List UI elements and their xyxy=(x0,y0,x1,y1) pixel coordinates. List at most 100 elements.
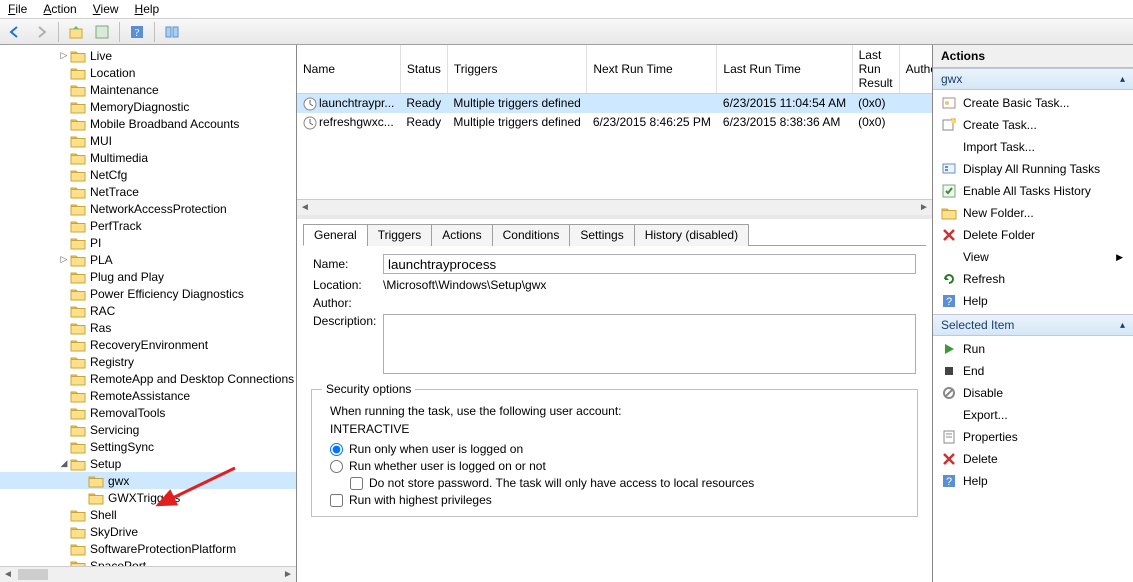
tab-general[interactable]: General xyxy=(303,224,368,246)
action-delete-folder[interactable]: Delete Folder xyxy=(933,224,1133,246)
back-button[interactable] xyxy=(4,21,26,43)
task-row[interactable]: launchtraypr...ReadyMultiple triggers de… xyxy=(297,94,932,113)
panes-button[interactable] xyxy=(161,21,183,43)
action-end[interactable]: End xyxy=(933,360,1133,382)
action-delete[interactable]: Delete xyxy=(933,448,1133,470)
tree-item-settingsync[interactable]: SettingSync xyxy=(0,438,296,455)
tree-item-pi[interactable]: PI xyxy=(0,234,296,251)
action-new-folder[interactable]: New Folder... xyxy=(933,202,1133,224)
col-last-run-result[interactable]: Last Run Result xyxy=(852,45,899,94)
folder-icon xyxy=(70,338,86,352)
action-view[interactable]: View▶ xyxy=(933,246,1133,268)
up-button[interactable] xyxy=(65,21,87,43)
tab-actions[interactable]: Actions xyxy=(431,224,492,246)
tree-item-registry[interactable]: Registry xyxy=(0,353,296,370)
action-help[interactable]: ?Help xyxy=(933,470,1133,492)
menu-help[interactable]: Help xyxy=(135,2,160,16)
tree-scrollbar[interactable]: ◄► xyxy=(0,566,296,582)
menu-view[interactable]: View xyxy=(93,2,119,16)
tree-item-rac[interactable]: RAC xyxy=(0,302,296,319)
tree-item-gwx[interactable]: gwx xyxy=(0,472,296,489)
tree-item-removaltools[interactable]: RemovalTools xyxy=(0,404,296,421)
action-label: Delete Folder xyxy=(963,228,1035,242)
col-triggers[interactable]: Triggers xyxy=(447,45,586,94)
tree-item-servicing[interactable]: Servicing xyxy=(0,421,296,438)
tree-item-skydrive[interactable]: SkyDrive xyxy=(0,523,296,540)
menu-file[interactable]: File xyxy=(8,2,27,16)
tree-item-multimedia[interactable]: Multimedia xyxy=(0,149,296,166)
name-field[interactable] xyxy=(383,254,916,274)
action-import-task[interactable]: Import Task... xyxy=(933,136,1133,158)
col-next-run-time[interactable]: Next Run Time xyxy=(587,45,717,94)
col-status[interactable]: Status xyxy=(400,45,447,94)
description-field[interactable] xyxy=(383,314,916,374)
tree-item-recoveryenvironment[interactable]: RecoveryEnvironment xyxy=(0,336,296,353)
action-run[interactable]: Run xyxy=(933,338,1133,360)
tree-item-power-efficiency-diagnostics[interactable]: Power Efficiency Diagnostics xyxy=(0,285,296,302)
help-button[interactable]: ? xyxy=(126,21,148,43)
tree-item-pla[interactable]: ▷PLA xyxy=(0,251,296,268)
tab-settings[interactable]: Settings xyxy=(569,224,634,246)
tree-item-label: RemoteAssistance xyxy=(90,389,190,403)
tree-item-remoteassistance[interactable]: RemoteAssistance xyxy=(0,387,296,404)
action-help[interactable]: ?Help xyxy=(933,290,1133,312)
action-label: Export... xyxy=(963,408,1008,422)
properties-button[interactable] xyxy=(91,21,113,43)
action-label: Run xyxy=(963,342,985,356)
tree-item-label: RemoteApp and Desktop Connections xyxy=(90,372,294,386)
check-no-store-password[interactable] xyxy=(350,477,363,490)
tree-item-plug-and-play[interactable]: Plug and Play xyxy=(0,268,296,285)
action-label: Import Task... xyxy=(963,140,1035,154)
action-label: Display All Running Tasks xyxy=(963,162,1100,176)
tree-item-gwxtriggers[interactable]: GWXTriggers xyxy=(0,489,296,506)
col-author[interactable]: Author xyxy=(899,45,932,94)
tree-item-networkaccessprotection[interactable]: NetworkAccessProtection xyxy=(0,200,296,217)
task-new-icon xyxy=(941,117,957,133)
tree-item-perftrack[interactable]: PerfTrack xyxy=(0,217,296,234)
tree-item-softwareprotectionplatform[interactable]: SoftwareProtectionPlatform xyxy=(0,540,296,557)
forward-button[interactable] xyxy=(30,21,52,43)
action-enable-all-tasks-history[interactable]: Enable All Tasks History xyxy=(933,180,1133,202)
tree-item-netcfg[interactable]: NetCfg xyxy=(0,166,296,183)
tree-item-maintenance[interactable]: Maintenance xyxy=(0,81,296,98)
tree-item-remoteapp-and-desktop-connections[interactable]: RemoteApp and Desktop Connections xyxy=(0,370,296,387)
svg-text:?: ? xyxy=(946,476,952,488)
folder-icon xyxy=(70,134,86,148)
tree-item-setup[interactable]: ◢ Setup xyxy=(0,455,296,472)
tree-item-shell[interactable]: Shell xyxy=(0,506,296,523)
menu-action[interactable]: Action xyxy=(43,2,76,16)
radio-logged-on[interactable] xyxy=(330,443,343,456)
action-properties[interactable]: Properties xyxy=(933,426,1133,448)
task-row[interactable]: refreshgwxc...ReadyMultiple triggers def… xyxy=(297,113,932,132)
tree-item-mobile-broadband-accounts[interactable]: Mobile Broadband Accounts xyxy=(0,115,296,132)
tree-item-location[interactable]: Location xyxy=(0,64,296,81)
tasklist-scrollbar[interactable]: ◄► xyxy=(297,199,932,215)
tab-conditions[interactable]: Conditions xyxy=(492,224,571,246)
check-highest-priv[interactable] xyxy=(330,494,343,507)
radio-whether[interactable] xyxy=(330,460,343,473)
expander-icon[interactable]: ▷ xyxy=(58,50,70,61)
tree-item-memorydiagnostic[interactable]: MemoryDiagnostic xyxy=(0,98,296,115)
delete-x-icon xyxy=(941,451,957,467)
expander-icon[interactable]: ◢ xyxy=(58,458,70,469)
action-disable[interactable]: Disable xyxy=(933,382,1133,404)
tree-item-mui[interactable]: MUI xyxy=(0,132,296,149)
tree-item-label: Setup xyxy=(90,457,121,471)
tab-triggers[interactable]: Triggers xyxy=(367,224,433,246)
tree-item-nettrace[interactable]: NetTrace xyxy=(0,183,296,200)
actions-section-selected[interactable]: Selected Item▴ xyxy=(933,314,1133,336)
tree-item-live[interactable]: ▷Live xyxy=(0,47,296,64)
action-create-basic-task[interactable]: Create Basic Task... xyxy=(933,92,1133,114)
tree-item-label: Ras xyxy=(90,321,111,335)
action-export[interactable]: Export... xyxy=(933,404,1133,426)
col-last-run-time[interactable]: Last Run Time xyxy=(717,45,852,94)
tab-history[interactable]: History (disabled) xyxy=(634,224,749,246)
action-refresh[interactable]: Refresh xyxy=(933,268,1133,290)
action-create-task[interactable]: Create Task... xyxy=(933,114,1133,136)
expander-icon[interactable]: ▷ xyxy=(58,254,70,265)
actions-section-gwx[interactable]: gwx▴ xyxy=(933,68,1133,90)
tree-item-ras[interactable]: Ras xyxy=(0,319,296,336)
col-name[interactable]: Name xyxy=(297,45,400,94)
action-display-all-running-tasks[interactable]: Display All Running Tasks xyxy=(933,158,1133,180)
security-caption: When running the task, use the following… xyxy=(330,404,907,418)
